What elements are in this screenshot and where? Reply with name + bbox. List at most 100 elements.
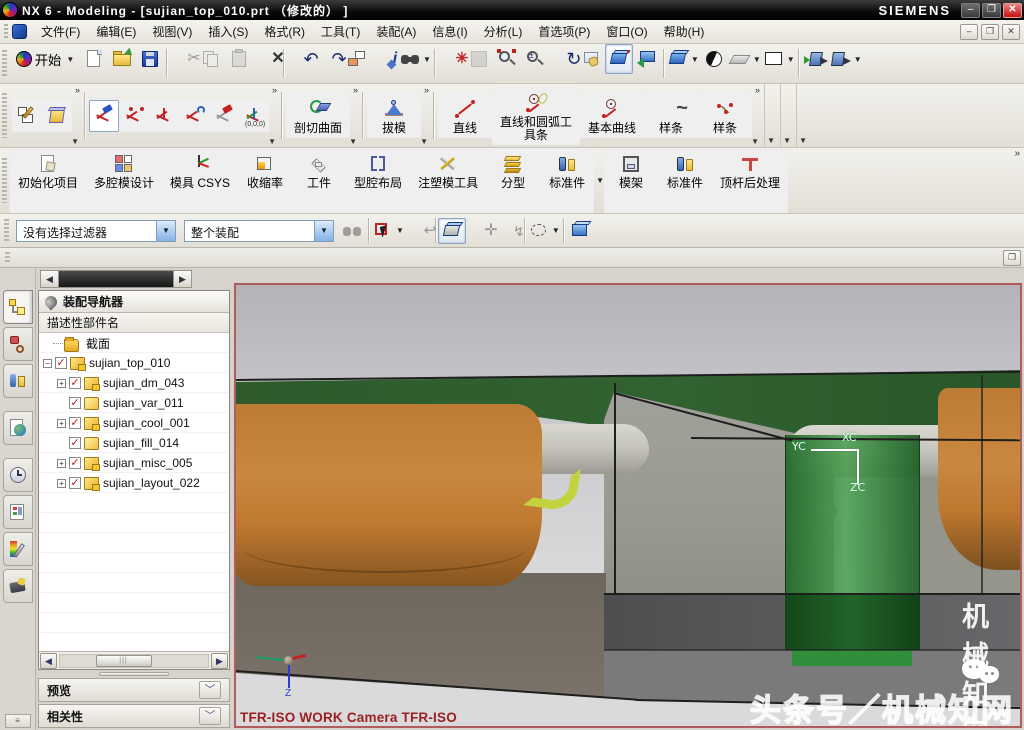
document-close-button[interactable]: ✕: [1002, 24, 1020, 40]
new-file-button[interactable]: [80, 44, 108, 74]
toolbar-options-icon[interactable]: ▼: [783, 136, 791, 145]
open-file-button[interactable]: [108, 44, 136, 74]
studio-spline-button[interactable]: 样条: [698, 93, 752, 138]
resource-bar-scroll-button[interactable]: ≡: [5, 714, 31, 728]
menu-file[interactable]: 文件(F): [33, 20, 88, 43]
toolbar-options-icon[interactable]: ▼: [420, 137, 428, 146]
paste-button[interactable]: [225, 44, 253, 74]
show-hide-button[interactable]: [566, 218, 594, 244]
csys-dynamic-button[interactable]: [89, 100, 119, 132]
green-column[interactable]: [785, 435, 920, 595]
expand-icon[interactable]: +: [57, 419, 66, 428]
overflow-chevron-icon[interactable]: »: [755, 85, 760, 95]
line-arc-toolbar-button[interactable]: 直线和圆弧工 具条: [492, 87, 580, 145]
basic-curves-button[interactable]: 基本曲线: [580, 93, 644, 138]
menu-tools[interactable]: 工具(T): [313, 20, 368, 43]
menu-help[interactable]: 帮助(H): [656, 20, 713, 43]
csys-origin-button[interactable]: (0,0,0): [239, 100, 269, 132]
menu-information[interactable]: 信息(I): [424, 20, 475, 43]
rotate-view-button[interactable]: ↻: [549, 44, 577, 74]
resource-tab-constraint-navigator[interactable]: [3, 327, 33, 361]
shrinkage-button[interactable]: 收缩率: [238, 148, 292, 213]
zoom-disabled-button[interactable]: [465, 44, 493, 74]
information-button[interactable]: i: [370, 44, 398, 74]
menu-window[interactable]: 窗口(O): [598, 20, 655, 43]
overflow-chevron-icon[interactable]: »: [353, 85, 358, 95]
find-button[interactable]: ▼: [398, 44, 432, 74]
panel-window-button[interactable]: ❐: [1003, 250, 1021, 266]
scroll-thumb[interactable]: [96, 655, 152, 667]
shaded-view-button[interactable]: [605, 44, 633, 74]
background-button[interactable]: ▼: [762, 44, 796, 74]
snap-point-button[interactable]: ✛: [466, 218, 494, 244]
selection-filter-combo[interactable]: 没有选择过滤器 ▼: [16, 220, 176, 242]
checkbox-icon[interactable]: ✓: [69, 477, 81, 489]
expand-icon[interactable]: +: [57, 379, 66, 388]
select-tool-button[interactable]: ▼: [371, 218, 405, 244]
delete-button[interactable]: ✕: [253, 44, 281, 74]
toolbar-options-icon[interactable]: ▼: [349, 137, 357, 146]
window-close-button[interactable]: ✕: [1003, 3, 1022, 18]
scroll-right-icon[interactable]: ▶: [173, 271, 191, 287]
zoom-in-out-button[interactable]: ±: [521, 44, 549, 74]
navigator-column-header[interactable]: 描述性部件名: [39, 313, 229, 333]
toolbar-options-icon[interactable]: ▼: [71, 137, 79, 146]
clip-section-button[interactable]: ▼: [728, 44, 762, 74]
initialize-project-button[interactable]: 初始化项目: [10, 148, 86, 213]
tree-row-dm[interactable]: + ✓ sujian_dm_043: [39, 373, 229, 393]
wcs-axis-line[interactable]: [857, 449, 859, 485]
deselect-button[interactable]: ↩: [405, 218, 433, 244]
resource-tab-system-scenes[interactable]: [3, 495, 33, 529]
toolbar-grip[interactable]: [2, 50, 7, 77]
menu-format[interactable]: 格式(R): [256, 20, 313, 43]
workpiece-button[interactable]: 工件: [292, 148, 346, 213]
checkbox-icon[interactable]: ✓: [69, 457, 81, 469]
menu-view[interactable]: 视图(V): [144, 20, 200, 43]
navigator-h-scrollbar[interactable]: ◀ ▶: [39, 651, 229, 669]
overflow-chevron-icon[interactable]: »: [1014, 148, 1020, 159]
import-part-button[interactable]: [801, 44, 829, 74]
snap-curve-button[interactable]: ↯: [494, 218, 522, 244]
toolbar-grip[interactable]: [5, 252, 10, 264]
resource-tab-reuse-library[interactable]: [3, 364, 33, 398]
checkbox-icon[interactable]: ✓: [69, 377, 81, 389]
window-minimize-button[interactable]: –: [961, 3, 980, 18]
collapse-icon[interactable]: −: [43, 359, 52, 368]
view-popup-button[interactable]: [633, 44, 661, 74]
chevron-down-icon[interactable]: ▼: [596, 176, 604, 185]
copy-button[interactable]: [197, 44, 225, 74]
document-minimize-button[interactable]: –: [960, 24, 978, 40]
tree-row-layout[interactable]: + ✓ sujian_layout_022: [39, 473, 229, 493]
cavity-layout-button[interactable]: 型腔布局: [346, 148, 410, 213]
tree-row-sections[interactable]: 截面: [39, 333, 229, 353]
toolbar-options-icon[interactable]: ▼: [268, 137, 276, 146]
parting-button[interactable]: 分型: [486, 148, 540, 213]
render-style-button[interactable]: [700, 44, 728, 74]
section-surface-button[interactable]: 剖切曲面: [286, 93, 350, 138]
scroll-thumb[interactable]: [59, 271, 173, 287]
selection-scope-combo[interactable]: 整个装配 ▼: [184, 220, 334, 242]
scroll-right-icon[interactable]: ▶: [211, 653, 228, 669]
toolbar-grip[interactable]: [4, 219, 9, 242]
checkbox-icon[interactable]: ✓: [55, 357, 67, 369]
tree-row-cool[interactable]: + ✓ sujian_cool_001: [39, 413, 229, 433]
snap-shaded-button[interactable]: [438, 218, 466, 244]
checkbox-icon[interactable]: ✓: [69, 417, 81, 429]
tree-row-fill[interactable]: ✓ sujian_fill_014: [39, 433, 229, 453]
scroll-left-icon[interactable]: ◀: [41, 271, 59, 287]
combo-arrow-icon[interactable]: ▼: [156, 221, 175, 241]
preview-section-header[interactable]: 预览 ﹀: [38, 678, 230, 702]
start-menu-button[interactable]: 开始 ▼: [10, 44, 80, 74]
lasso-button[interactable]: ▼: [527, 218, 561, 244]
toolbar-grip[interactable]: [2, 93, 7, 137]
line-button[interactable]: 直线: [438, 93, 492, 138]
menu-edit[interactable]: 编辑(E): [88, 20, 144, 43]
resource-tab-visualization[interactable]: [3, 532, 33, 566]
zoom-region-button[interactable]: [493, 44, 521, 74]
arrange-windows-button[interactable]: [342, 44, 370, 74]
export-part-button[interactable]: ▼: [829, 44, 863, 74]
redo-button[interactable]: ↷: [314, 44, 342, 74]
chevron-down-icon[interactable]: ﹀: [199, 681, 221, 699]
toolbar-options-icon[interactable]: ▼: [767, 136, 775, 145]
wcs-axis-line[interactable]: [811, 449, 859, 451]
